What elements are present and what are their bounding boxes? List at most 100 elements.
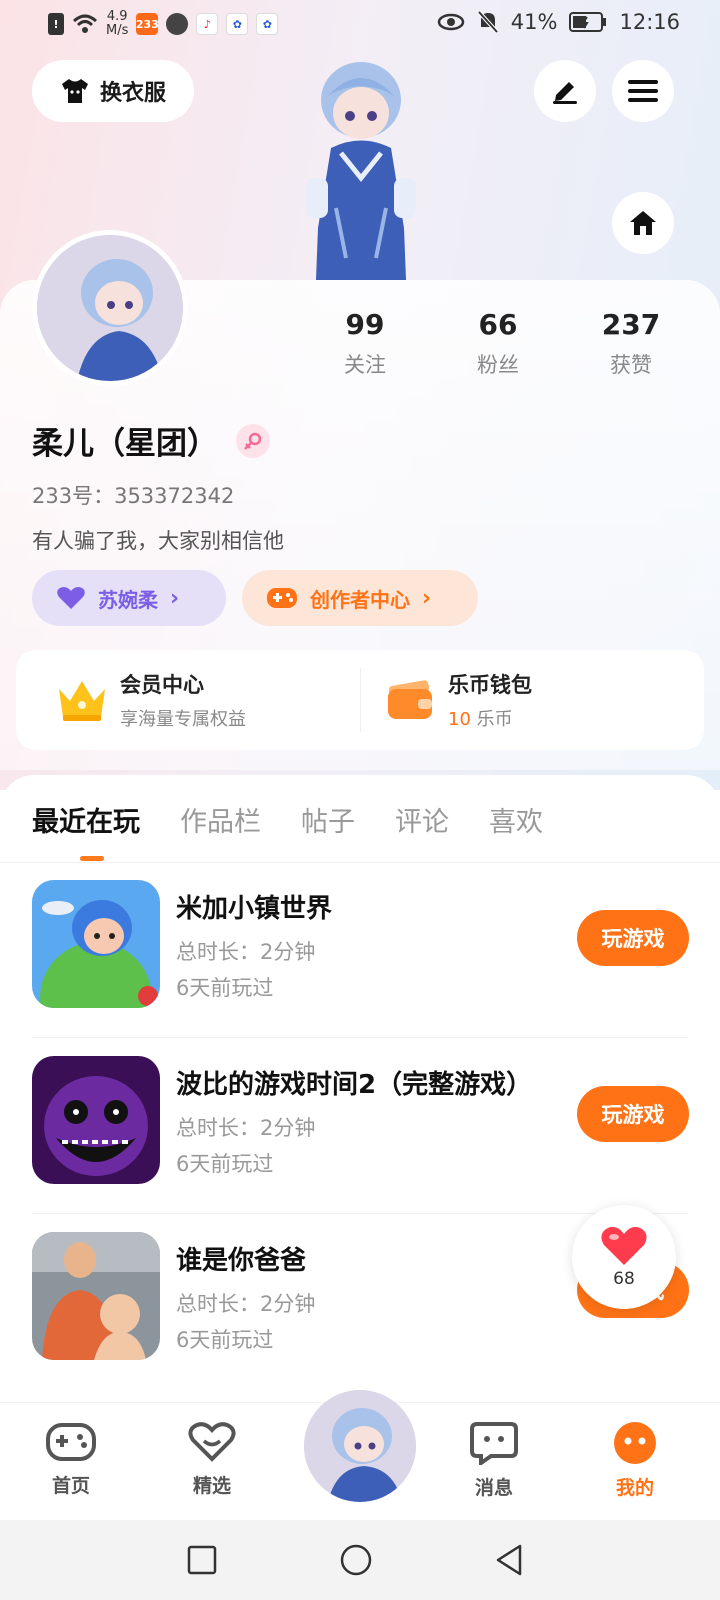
tab-recently-played[interactable]: 最近在玩 bbox=[32, 800, 140, 864]
home-space-button[interactable] bbox=[612, 192, 674, 254]
active-tab-indicator bbox=[80, 856, 104, 861]
game-title: 谁是你爸爸 bbox=[176, 1246, 307, 1276]
female-gender-icon bbox=[236, 424, 270, 458]
game-last-played: 6天前玩过 bbox=[176, 1152, 274, 1176]
house-icon bbox=[630, 211, 656, 235]
profile-stats: 99 关注 66 粉丝 237 获赞 bbox=[300, 308, 700, 388]
game-duration: 总时长：2分钟 bbox=[176, 1292, 316, 1316]
home-circle-icon[interactable] bbox=[336, 1540, 376, 1580]
divider bbox=[360, 668, 361, 732]
stat-likes-label: 获赞 bbox=[610, 353, 652, 377]
heart-icon bbox=[57, 587, 85, 609]
nav-mine[interactable]: 我的 bbox=[590, 1421, 680, 1500]
nav-avatar-button[interactable] bbox=[304, 1390, 416, 1502]
status-bar: ! 4.9 M/s 233 ♪ ✿ ✿ 41% 12:16 bbox=[0, 0, 720, 50]
clock: 12:16 bbox=[619, 10, 680, 34]
back-triangle-icon[interactable] bbox=[490, 1540, 530, 1580]
network-speed: 4.9 M/s bbox=[106, 9, 129, 38]
nickname: 柔儿（星团） bbox=[32, 426, 218, 462]
profile-tabs: 最近在玩 作品栏 帖子 评论 喜欢 bbox=[32, 800, 543, 864]
avatar[interactable] bbox=[32, 230, 188, 386]
crown-icon bbox=[59, 681, 105, 721]
member-wallet-card: 会员中心 享海量专属权益 乐币钱包 10 乐币 bbox=[16, 650, 704, 750]
recent-apps-icon[interactable] bbox=[182, 1540, 222, 1580]
baidu-icon: ✿ bbox=[226, 13, 249, 35]
play-game-button[interactable]: 玩游戏 bbox=[577, 910, 689, 966]
play-game-button[interactable]: 玩游戏 bbox=[577, 1086, 689, 1142]
game-last-played: 6天前玩过 bbox=[176, 976, 274, 1000]
creator-center-label: 创作者中心 bbox=[310, 587, 410, 612]
heart-icon bbox=[601, 1226, 647, 1265]
floating-like-button[interactable]: 68 bbox=[572, 1205, 676, 1309]
bio: 有人骗了我，大家别相信他 bbox=[32, 529, 284, 553]
eye-icon bbox=[437, 13, 465, 31]
edit-profile-button[interactable] bbox=[534, 60, 596, 122]
chevron-right-icon: › bbox=[170, 585, 180, 611]
system-navigation-bar bbox=[0, 1520, 720, 1600]
gamepad-icon bbox=[46, 1423, 96, 1461]
app-233-icon: 233 bbox=[136, 13, 159, 35]
wifi-icon bbox=[72, 14, 98, 33]
friend-pill-label: 苏婉柔 bbox=[98, 587, 158, 612]
member-center-title: 会员中心 bbox=[120, 673, 204, 697]
mute-bell-icon bbox=[477, 10, 499, 34]
stat-likes[interactable]: 237 获赞 bbox=[566, 308, 696, 379]
member-center-entry[interactable]: 会员中心 享海量专属权益 bbox=[56, 668, 246, 732]
game-title: 米加小镇世界 bbox=[176, 894, 333, 924]
member-center-subtitle: 享海量专属权益 bbox=[120, 709, 246, 730]
tab-works[interactable]: 作品栏 bbox=[180, 800, 261, 864]
nav-messages-label: 消息 bbox=[474, 1477, 513, 1499]
game-last-played: 6天前玩过 bbox=[176, 1328, 274, 1352]
nav-home-label: 首页 bbox=[51, 1475, 90, 1497]
game-icon bbox=[32, 1232, 160, 1360]
stat-followers-value: 66 bbox=[478, 308, 518, 341]
wallet-balance: 10 乐币 bbox=[448, 705, 532, 731]
avatar-portrait-icon bbox=[304, 1390, 416, 1502]
wallet-unit: 乐币 bbox=[476, 709, 513, 730]
like-count: 68 bbox=[613, 1269, 635, 1289]
profile-face-icon bbox=[614, 1422, 656, 1464]
creator-center-button[interactable]: 创作者中心 › bbox=[242, 570, 478, 626]
nav-home[interactable]: 首页 bbox=[26, 1421, 116, 1498]
stat-following[interactable]: 99 关注 bbox=[300, 308, 430, 379]
chevron-right-icon: › bbox=[422, 585, 432, 611]
alert-icon: ! bbox=[48, 13, 64, 35]
list-item[interactable]: 波比的游戏时间2（完整游戏） 总时长：2分钟 6天前玩过 玩游戏 bbox=[0, 1038, 720, 1214]
stat-likes-value: 237 bbox=[601, 308, 661, 341]
game-icon bbox=[32, 1056, 160, 1184]
list-item[interactable]: 米加小镇世界 总时长：2分钟 6天前玩过 玩游戏 bbox=[0, 862, 720, 1038]
tab-posts[interactable]: 帖子 bbox=[301, 800, 355, 864]
nav-featured[interactable]: 精选 bbox=[167, 1421, 257, 1498]
avatar-character-figure[interactable] bbox=[286, 58, 436, 280]
user-id: 233号：353372342 bbox=[32, 484, 235, 508]
game-title: 波比的游戏时间2（完整游戏） bbox=[176, 1070, 533, 1100]
wallet-title: 乐币钱包 bbox=[448, 673, 532, 697]
hamburger-icon bbox=[628, 80, 658, 102]
nav-mine-label: 我的 bbox=[615, 1477, 654, 1499]
wallet-entry[interactable]: 乐币钱包 10 乐币 bbox=[386, 668, 532, 732]
game-duration: 总时长：2分钟 bbox=[176, 1116, 316, 1140]
shirt-icon bbox=[61, 79, 88, 103]
music-icon: ♪ bbox=[196, 13, 219, 35]
tab-comments[interactable]: 评论 bbox=[395, 800, 449, 864]
change-outfit-label: 换衣服 bbox=[99, 81, 166, 106]
change-outfit-button[interactable]: 换衣服 bbox=[32, 60, 194, 122]
game-icon bbox=[32, 880, 160, 1008]
nav-featured-label: 精选 bbox=[192, 1475, 231, 1497]
chat-bubble-icon bbox=[470, 1422, 518, 1467]
stat-following-value: 99 bbox=[345, 308, 385, 341]
heart-outline-icon bbox=[188, 1422, 236, 1462]
timer-icon bbox=[166, 13, 189, 35]
stat-followers[interactable]: 66 粉丝 bbox=[433, 308, 563, 379]
avatar-portrait-icon bbox=[37, 235, 183, 381]
nav-messages[interactable]: 消息 bbox=[449, 1421, 539, 1500]
friend-pill-button[interactable]: 苏婉柔 › bbox=[32, 570, 226, 626]
menu-button[interactable] bbox=[612, 60, 674, 122]
wallet-icon bbox=[388, 680, 432, 719]
wallet-amount: 10 bbox=[448, 709, 471, 730]
gamepad-icon bbox=[267, 588, 297, 608]
battery-percent: 41% bbox=[510, 10, 558, 34]
tab-likes[interactable]: 喜欢 bbox=[489, 800, 543, 864]
stat-followers-label: 粉丝 bbox=[477, 353, 519, 377]
stat-following-label: 关注 bbox=[344, 353, 386, 377]
